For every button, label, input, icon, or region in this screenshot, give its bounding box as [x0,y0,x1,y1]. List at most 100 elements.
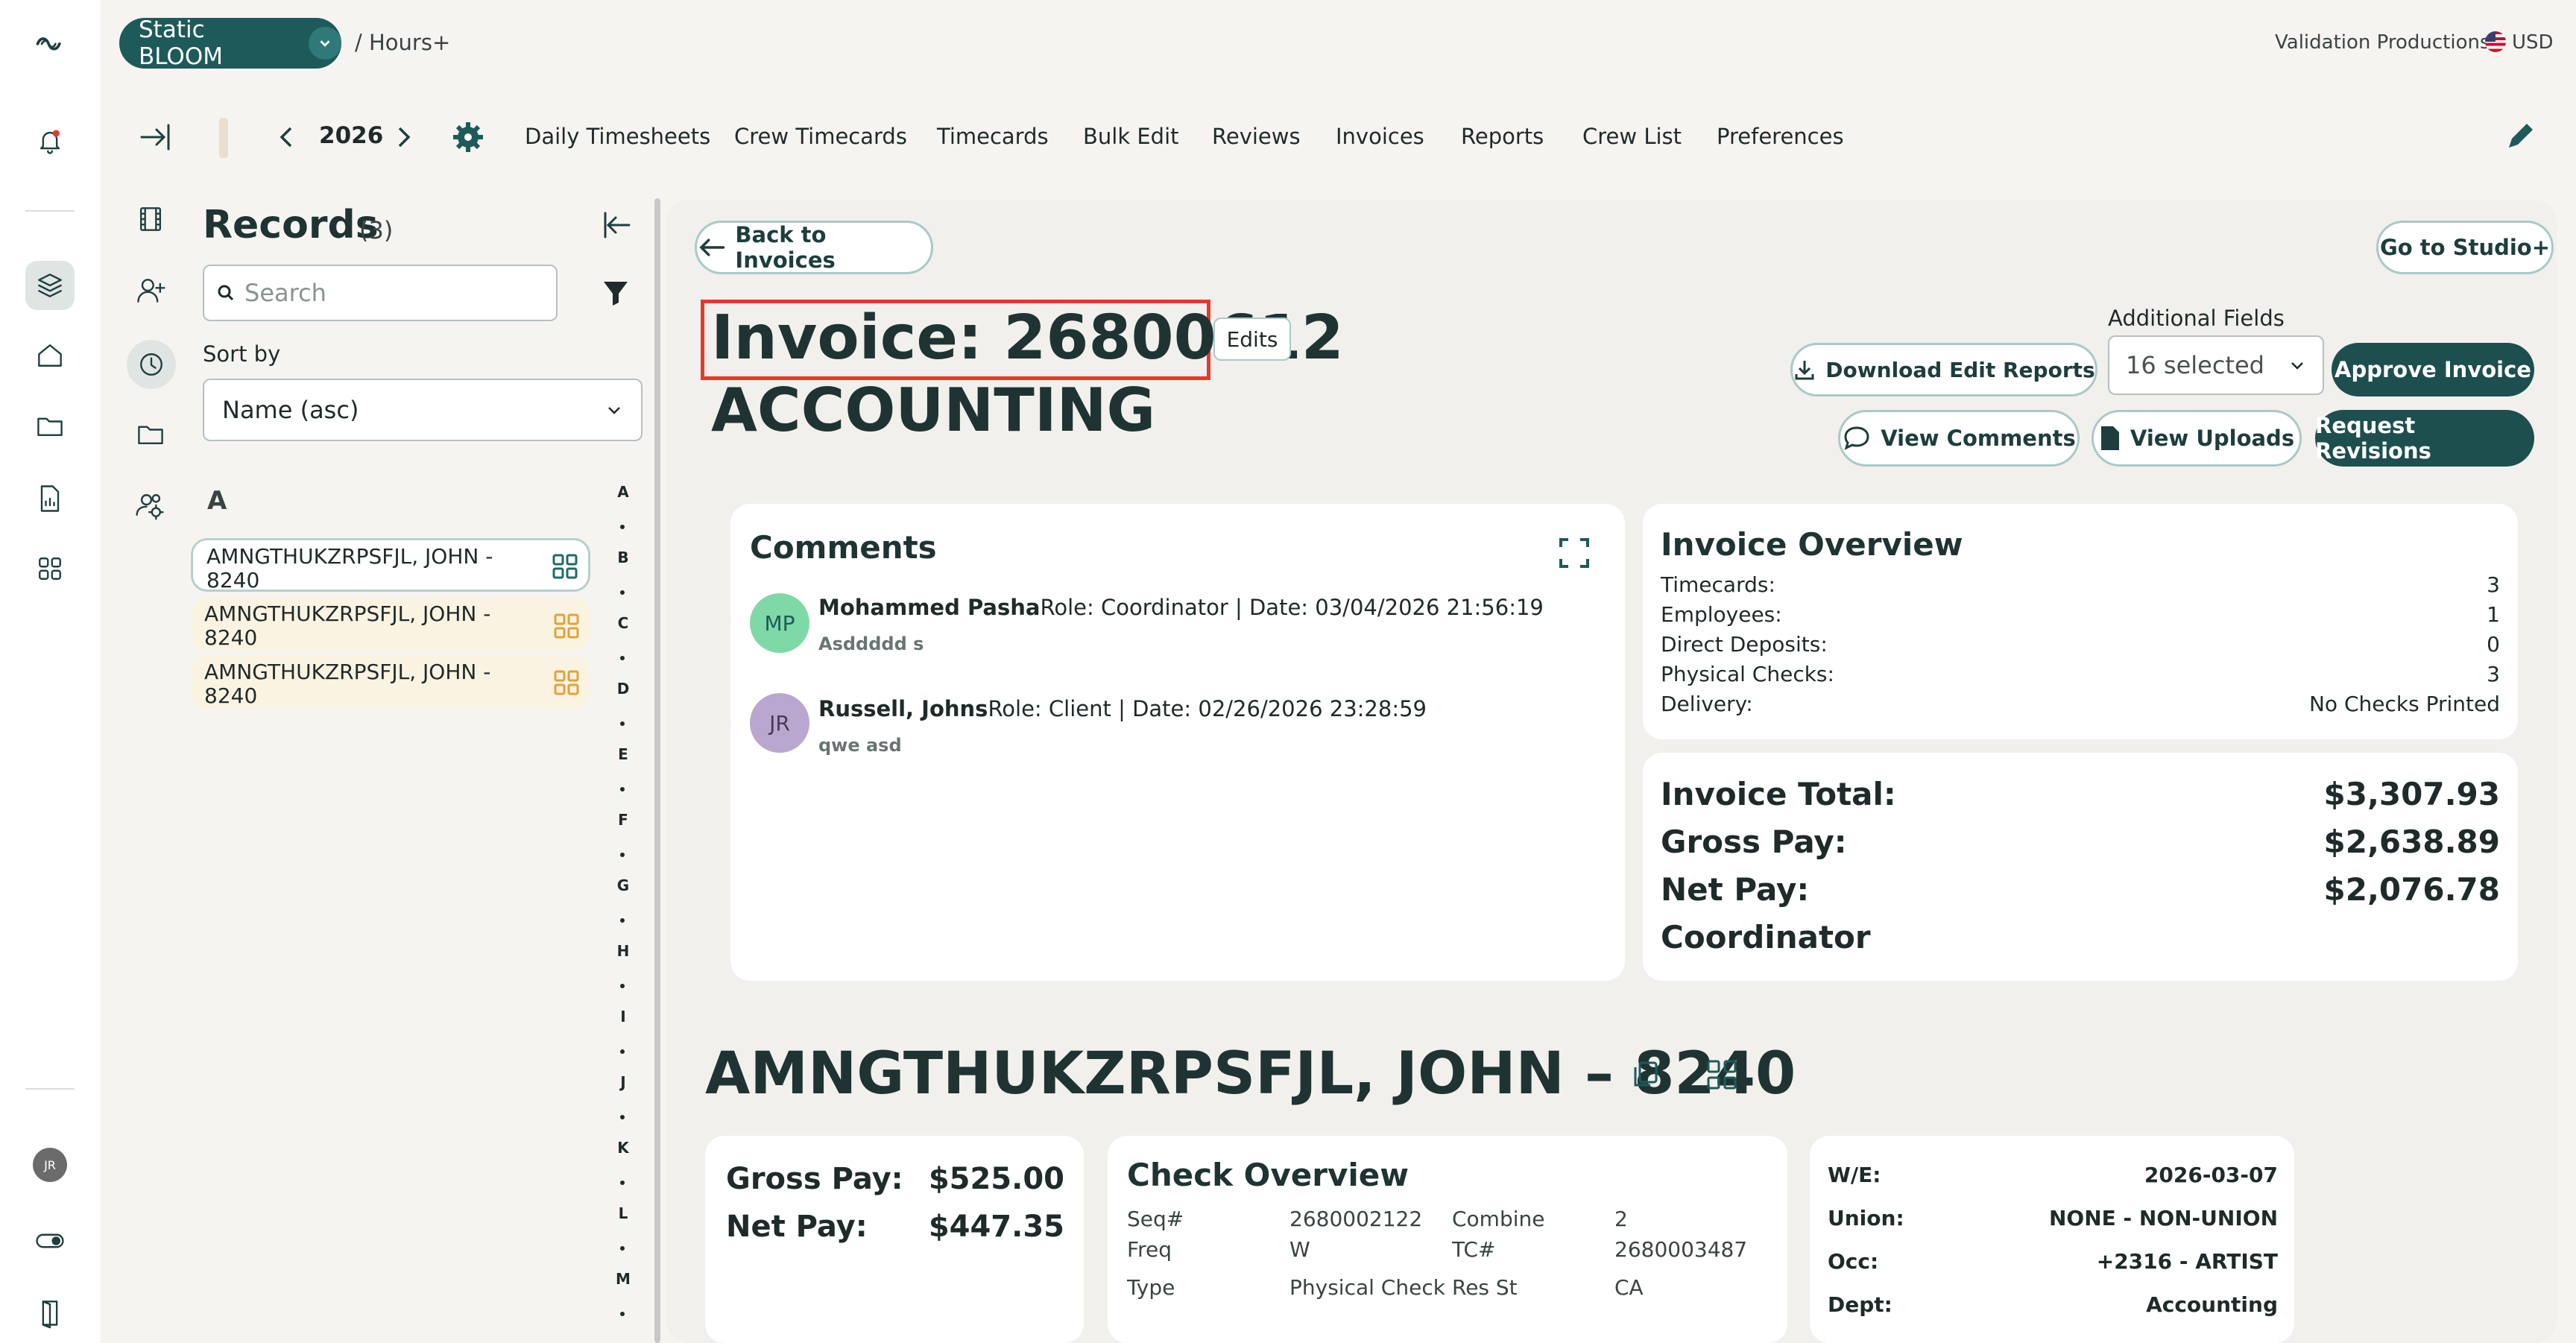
check-overview-card: Check Overview Seq# 2680002122 Combine 2 Fr… [1108,1136,1787,1343]
org-name: Static BLOOM [139,16,223,70]
chevron-down-icon [2291,362,2303,370]
prev-year-icon[interactable] [277,124,295,154]
search-field[interactable]: Search [203,265,558,321]
alpha-index-letter[interactable]: M [616,1270,631,1288]
alpha-index-letter[interactable]: B [616,549,631,566]
alpha-index-letter[interactable]: H [616,942,631,960]
nav-crew-timecards[interactable]: Crew Timecards [734,124,907,149]
alpha-dot [620,1049,625,1054]
nav-invoices[interactable]: Invoices [1336,124,1424,149]
alpha-dot [620,525,625,529]
comment-author: Mohammed Pasha [818,595,1041,620]
logout-door-icon[interactable] [28,1291,72,1334]
alpha-dot [620,787,625,791]
nav-bulk-edit[interactable]: Bulk Edit [1083,124,1179,149]
back-to-invoices-button[interactable]: Back to Invoices [695,221,933,274]
alpha-index-letter[interactable]: K [616,1139,631,1157]
detail-row: W/E: 2026-03-07 [1828,1163,2278,1187]
user-avatar[interactable]: JR [33,1148,67,1182]
search-input[interactable]: Search [244,279,326,307]
team-settings-icon[interactable] [134,489,167,525]
folder-icon[interactable] [28,404,72,447]
alpha-index-letter[interactable]: E [616,745,631,763]
sort-select[interactable]: Name (asc) [203,379,643,441]
alpha-index-letter[interactable]: D [616,680,631,698]
file-icon [2100,426,2119,450]
check-overview-title: Check Overview [1127,1157,1409,1193]
nav-daily-timesheets[interactable]: Daily Timesheets [525,124,710,149]
logo-icon[interactable] [28,21,72,64]
records-title: Records [203,203,379,247]
download-edit-reports-button[interactable]: Download Edit Reports [1790,343,2097,396]
alpha-index-letter[interactable]: F [616,811,631,829]
go-to-studio-button[interactable]: Go to Studio+ [2376,221,2554,274]
filter-icon[interactable] [601,277,631,310]
view-comments-button[interactable]: View Comments [1838,410,2080,467]
overview-row: Physical Checks: 3 [1661,662,2500,686]
grid-status-icon[interactable] [552,553,578,583]
employee-details-card: W/E: 2026-03-07 Union: NONE - NON-UNION Oc… [1810,1136,2294,1343]
total-row: Invoice Total: $3,307.93 [1661,776,2500,812]
folder-outline-icon[interactable] [134,417,167,453]
invoice-overview-card: Invoice Overview Timecards: 3 Employees: 1… [1643,504,2518,739]
additional-fields-label: Additional Fields [2108,306,2285,331]
record-item[interactable]: AMNGTHUKZRPSFJL, JOHN - 8240 [191,656,590,710]
comments-title: Comments [750,529,937,566]
grid-status-icon[interactable] [553,669,580,699]
additional-fields-select[interactable]: 16 selected [2108,335,2324,395]
edits-button[interactable]: Edits [1213,317,1291,361]
approve-invoice-button[interactable]: Approve Invoice [2332,343,2534,396]
rail-divider [25,210,75,212]
alpha-dot [620,656,625,660]
film-icon[interactable] [134,203,167,238]
record-item[interactable]: AMNGTHUKZRPSFJL, JOHN - 8240 [191,598,590,651]
nav-reviews[interactable]: Reviews [1212,124,1301,149]
overview-row: Direct Deposits: 0 [1661,632,2500,657]
settings-gear-icon[interactable] [450,119,486,158]
record-item[interactable]: AMNGTHUKZRPSFJL, JOHN - 8240 [191,538,590,592]
comment-author: Russell, Johns [818,696,988,721]
arrow-left-icon [699,238,725,256]
nav-reports[interactable]: Reports [1461,124,1544,149]
add-user-icon[interactable] [134,274,167,310]
request-revisions-button[interactable]: Request Revisions [2315,410,2534,467]
alpha-index-letter[interactable]: C [616,614,631,632]
alpha-index-letter[interactable]: I [616,1008,631,1026]
nav-timecards[interactable]: Timecards [937,124,1049,149]
alpha-index-letter[interactable]: L [616,1204,631,1222]
nav-preferences[interactable]: Preferences [1717,124,1844,149]
toggle-icon[interactable] [28,1219,72,1263]
layers-icon[interactable] [25,261,75,310]
grid-view-icon[interactable] [1705,1058,1738,1094]
year-label: 2026 [319,122,384,149]
home-icon[interactable] [28,334,72,377]
alpha-index-letter[interactable]: G [616,876,631,894]
collapse-panel-icon[interactable] [601,209,634,244]
record-id: 8240 [204,625,258,650]
view-uploads-button[interactable]: View Uploads [2092,410,2302,467]
currency[interactable]: USD [2512,31,2554,54]
notification-bell-icon[interactable] [28,119,72,162]
document-chart-icon[interactable] [28,477,72,520]
rail-divider-bottom [25,1088,75,1090]
chevron-down-icon [309,27,341,60]
org-switcher[interactable]: Static BLOOM [119,16,341,70]
copy-icon[interactable] [1629,1058,1662,1094]
detail-row: Union: NONE - NON-UNION [1828,1206,2278,1230]
next-year-icon[interactable] [395,124,413,154]
record-name: AMNGTHUKZRPSFJL, JOHN - [204,660,491,684]
panel-scrollbar[interactable] [654,198,660,1343]
edit-pencil-icon[interactable] [2503,121,2536,157]
history-clock-icon[interactable] [127,340,176,389]
expand-icon[interactable] [1558,537,1591,572]
alpha-dot [620,590,625,595]
nav-crew-list[interactable]: Crew List [1582,124,1682,149]
gross-pay-row: Gross Pay: $525.00 [726,1162,1064,1196]
chevron-down-icon [608,407,620,414]
alpha-index-letter[interactable]: J [616,1073,631,1091]
alpha-index-letter[interactable]: A [616,483,631,501]
expand-sidebar-icon[interactable] [137,121,173,157]
grid-status-icon[interactable] [553,613,580,642]
breadcrumb[interactable]: / Hours+ [355,30,450,55]
apps-grid-icon[interactable] [28,547,72,590]
